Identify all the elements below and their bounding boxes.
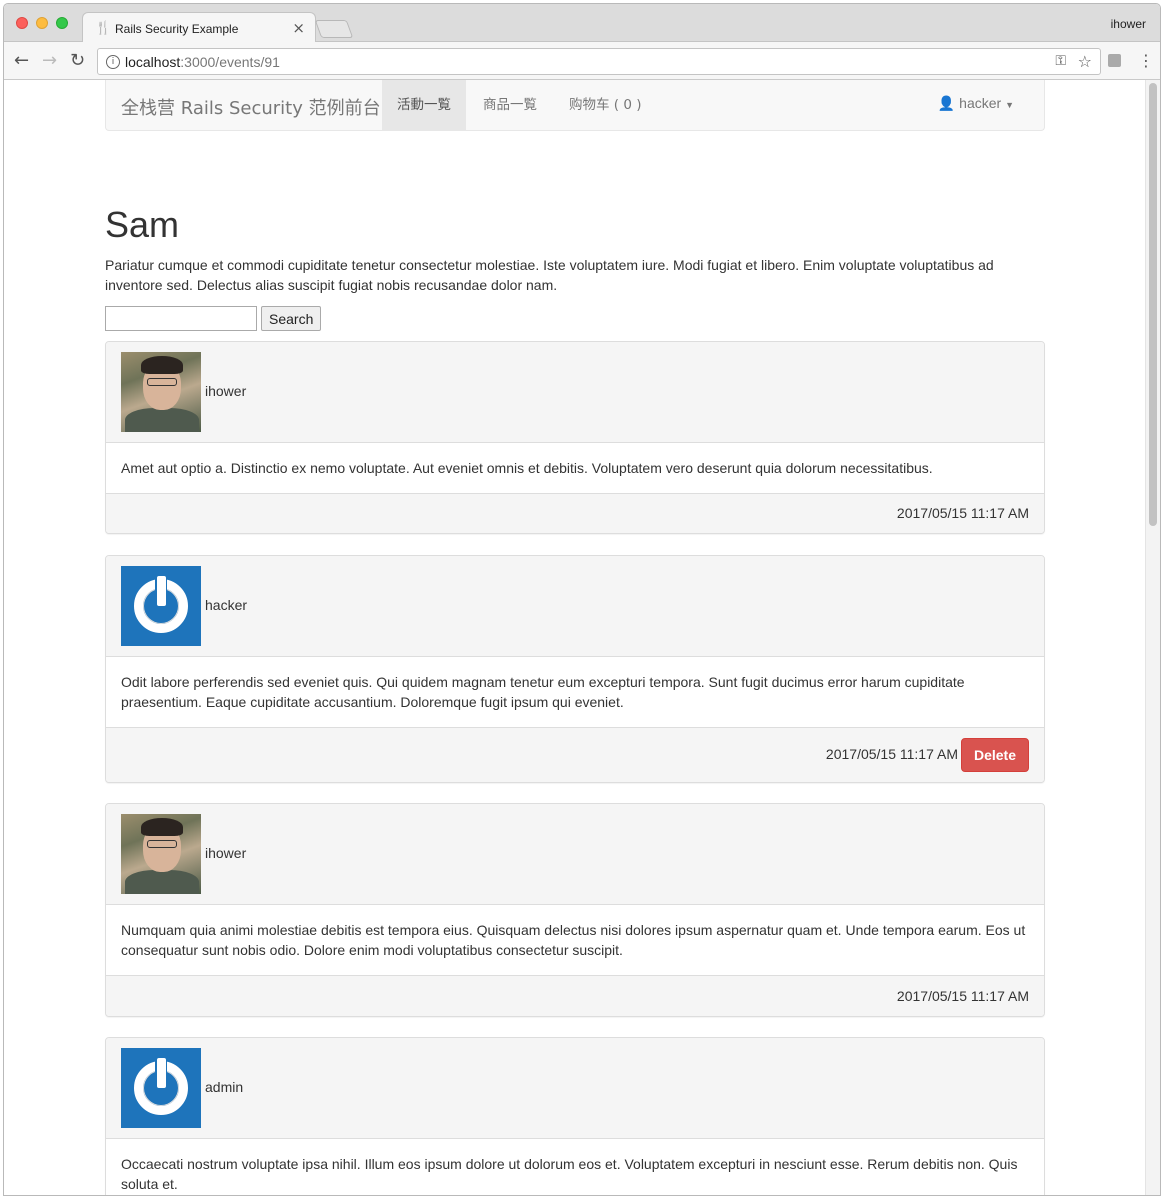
comment-panel: hacker Odit labore perferendis sed eveni… — [105, 555, 1045, 783]
tab-bar: 🍴 Rails Security Example × ihower — [4, 4, 1160, 43]
avatar — [121, 1048, 201, 1128]
reload-icon[interactable]: ↻ — [70, 50, 85, 71]
main-content: Sam Pariatur cumque et commodi cupiditat… — [105, 205, 1045, 332]
scroll-thumb[interactable] — [1149, 83, 1157, 526]
profile-name[interactable]: ihower — [1111, 17, 1146, 31]
forward-arrow-icon[interactable]: → — [42, 50, 57, 71]
comment-author: admin — [205, 1079, 244, 1095]
user-menu[interactable]: 👤 hacker ▼ — [938, 95, 1014, 112]
search-form: Search — [105, 306, 1045, 332]
comment-footer: 2017/05/15 11:17 AM Delete — [106, 727, 1044, 782]
comment-header: hacker — [106, 556, 1044, 657]
more-menu-icon[interactable]: ⋮ — [1138, 51, 1154, 70]
info-icon[interactable]: i — [106, 55, 120, 69]
comment-panel: admin Occaecati nostrum voluptate ipsa n… — [105, 1037, 1045, 1195]
new-tab-button[interactable] — [314, 20, 354, 38]
browser-window: 🍴 Rails Security Example × ihower ← → ↻ … — [3, 3, 1161, 1196]
close-icon[interactable]: × — [292, 19, 305, 37]
comment-panel: ihower Numquam quia animi molestiae debi… — [105, 803, 1045, 1017]
address-bar[interactable]: i localhost:3000/events/91 ⚿ ☆ — [97, 48, 1101, 75]
page-title: Sam — [105, 204, 180, 245]
fork-knife-icon: 🍴 — [95, 21, 112, 36]
comment-timestamp: 2017/05/15 11:17 AM — [896, 505, 1029, 521]
bookmark-star-icon[interactable]: ☆ — [1078, 52, 1092, 71]
nav-item-products[interactable]: 商品一覧 — [468, 80, 552, 130]
comment-header: ihower — [106, 804, 1044, 905]
event-description: Pariatur cumque et commodi cupiditate te… — [105, 257, 994, 293]
comment-author: hacker — [205, 597, 248, 613]
browser-toolbar: ← → ↻ i localhost:3000/events/91 ⚿ ☆ ⋮ — [4, 42, 1160, 80]
comment-timestamp: 2017/05/15 11:17 AM — [825, 746, 958, 762]
close-window-button[interactable] — [16, 17, 28, 29]
user-name: hacker — [959, 95, 1002, 111]
url-path: :3000/events/91 — [180, 54, 280, 70]
page-scrollbar[interactable] — [1145, 80, 1160, 1195]
maximize-window-button[interactable] — [56, 17, 68, 29]
browser-tab[interactable]: 🍴 Rails Security Example × — [82, 12, 316, 43]
minimize-window-button[interactable] — [36, 17, 48, 29]
tab-title: Rails Security Example — [115, 22, 239, 36]
comment-timestamp: 2017/05/15 11:17 AM — [896, 988, 1029, 1004]
comment-author: ihower — [205, 845, 247, 861]
comment-body: Amet aut optio a. Distinctio ex nemo vol… — [121, 460, 933, 476]
comment-footer: 2017/05/15 11:17 AM — [106, 975, 1044, 1016]
avatar — [121, 352, 201, 432]
comment-header: ihower — [106, 342, 1044, 443]
delete-button[interactable]: Delete — [960, 738, 1029, 772]
page-viewport: 全栈营 Rails Security 范例前台 活動一覧 商品一覧 购物车 ( … — [4, 80, 1160, 1195]
nav-item-cart[interactable]: 购物车 ( 0 ) — [554, 80, 657, 130]
extension-icon[interactable] — [1108, 54, 1121, 67]
comment-footer: 2017/05/15 11:17 AM — [106, 493, 1044, 533]
comment-body: Occaecati nostrum voluptate ipsa nihil. … — [121, 1156, 1018, 1192]
comment-body: Odit labore perferendis sed eveniet quis… — [121, 674, 965, 710]
comment-header: admin — [106, 1038, 1044, 1139]
url-text[interactable]: localhost:3000/events/91 — [125, 54, 280, 70]
url-host: localhost — [125, 54, 181, 70]
avatar — [121, 566, 201, 646]
avatar — [121, 814, 201, 894]
nav-item-events[interactable]: 活動一覧 — [382, 80, 466, 130]
comment-panel: ihower Amet aut optio a. Distinctio ex n… — [105, 341, 1045, 534]
site-navbar: 全栈营 Rails Security 范例前台 活動一覧 商品一覧 购物车 ( … — [105, 80, 1045, 131]
comment-author: ihower — [205, 383, 247, 399]
search-button[interactable]: Search — [261, 306, 322, 331]
back-arrow-icon[interactable]: ← — [14, 50, 29, 71]
site-brand[interactable]: 全栈营 Rails Security 范例前台 — [121, 94, 381, 120]
caret-down-icon: ▼ — [1005, 100, 1014, 110]
user-icon: 👤 — [937, 96, 956, 112]
comment-body: Numquam quia animi molestiae debitis est… — [121, 922, 1026, 958]
key-icon[interactable]: ⚿ — [1055, 53, 1066, 69]
search-input[interactable] — [105, 306, 257, 331]
